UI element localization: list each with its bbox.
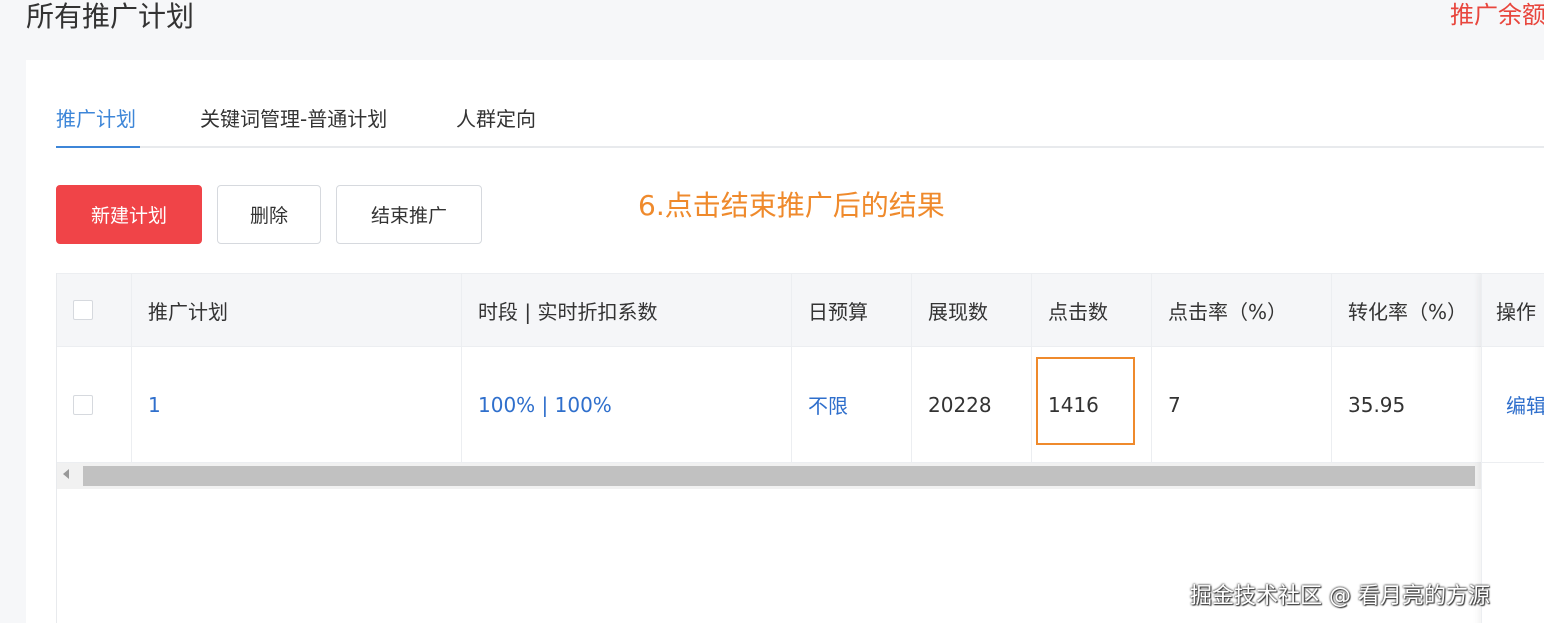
scroll-left-arrow-icon[interactable] <box>63 469 69 479</box>
annotation-text: 6.点击结束推广后的结果 <box>638 189 945 222</box>
daily-budget-link[interactable]: 不限 <box>808 390 848 419</box>
table-header-row: 推广计划 时段 | 实时折扣系数 日预算 展现数 点击数 点击率（%） 转化率（… <box>57 273 1544 347</box>
daily-budget-cell: 不限 <box>792 347 912 462</box>
end-promotion-button[interactable]: 结束推广 <box>336 185 482 244</box>
horizontal-scrollbar[interactable] <box>57 463 1481 489</box>
active-tab-indicator <box>56 146 140 148</box>
clicks-highlight-box <box>1036 357 1135 445</box>
period-discount-cell: 100% | 100% <box>462 347 792 462</box>
delete-button[interactable]: 删除 <box>217 185 321 244</box>
fixed-action-column: 操作 编辑 <box>1481 273 1544 623</box>
tab-audience-targeting[interactable]: 人群定向 <box>456 106 536 132</box>
header-conversion[interactable]: 转化率（%） <box>1332 274 1482 346</box>
plans-table: 推广计划 时段 | 实时折扣系数 日预算 展现数 点击数 点击率（%） 转化率（… <box>56 273 1544 623</box>
period-discount-link[interactable]: 100% | 100% <box>478 393 612 417</box>
action-cell: 编辑 <box>1482 347 1544 463</box>
page-title: 所有推广计划 <box>26 0 195 33</box>
header-impressions[interactable]: 展现数 <box>912 274 1032 346</box>
conversion-cell: 35.95 <box>1332 347 1482 462</box>
table-row: 1 100% | 100% 不限 20228 1416 7 35.95 <box>57 347 1544 463</box>
edit-link[interactable]: 编辑 <box>1506 390 1544 419</box>
header-plan[interactable]: 推广计划 <box>132 274 462 346</box>
plan-name-cell: 1 <box>132 347 462 462</box>
ctr-cell: 7 <box>1152 347 1332 462</box>
scroll-thumb[interactable] <box>83 466 1475 486</box>
header-daily-budget[interactable]: 日预算 <box>792 274 912 346</box>
header-ctr[interactable]: 点击率（%） <box>1152 274 1332 346</box>
header-action: 操作 <box>1482 273 1544 347</box>
new-plan-button[interactable]: 新建计划 <box>56 185 202 244</box>
row-checkbox[interactable] <box>73 394 93 415</box>
watermark: 掘金技术社区 @ 看月亮的方源 <box>1190 584 1490 609</box>
header-clicks[interactable]: 点击数 <box>1032 274 1152 346</box>
tab-promotion-plans[interactable]: 推广计划 <box>56 106 136 132</box>
impressions-cell: 20228 <box>912 347 1032 462</box>
select-all-checkbox[interactable] <box>73 300 93 320</box>
main-panel: 推广计划 关键词管理-普通计划 人群定向 新建计划 删除 结束推广 6.点击结束… <box>26 60 1544 623</box>
header-period-discount[interactable]: 时段 | 实时折扣系数 <box>462 274 792 346</box>
row-select-cell <box>57 347 132 462</box>
balance-label: 推广余额 <box>1450 1 1544 29</box>
tab-bar: 推广计划 关键词管理-普通计划 人群定向 <box>56 98 1544 148</box>
header-select-cell <box>57 274 132 346</box>
plan-name-link[interactable]: 1 <box>148 393 161 417</box>
tab-keyword-management[interactable]: 关键词管理-普通计划 <box>200 106 387 132</box>
